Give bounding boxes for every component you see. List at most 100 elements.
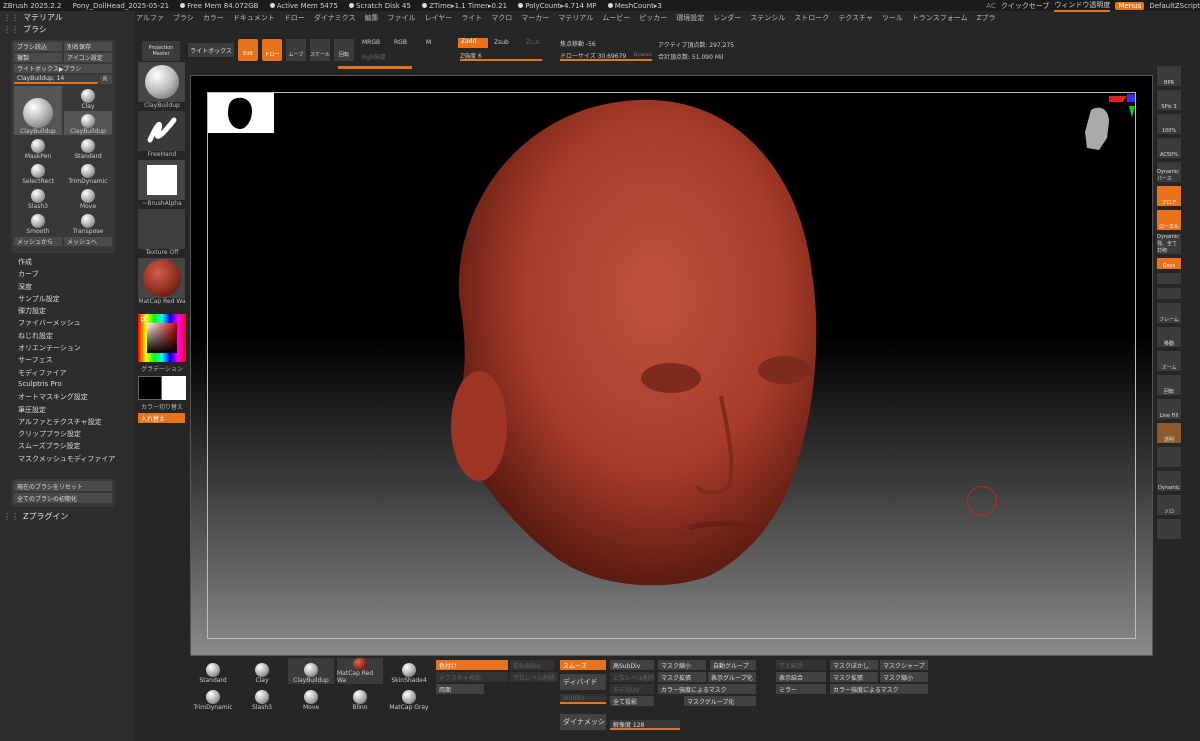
menu-item[interactable]: ダイナミクス xyxy=(314,13,356,23)
menu-item[interactable]: ドキュメント xyxy=(233,13,275,23)
brush-submenu-item[interactable]: ファイバーメッシュ xyxy=(18,318,130,330)
right-shelf-tool[interactable]: 回転 xyxy=(1157,375,1181,395)
right-shelf-tool[interactable]: ローカル xyxy=(1157,210,1181,230)
mirror-button[interactable]: ミラー xyxy=(776,684,826,694)
right-shelf-tool[interactable] xyxy=(1157,288,1181,299)
r-button[interactable]: R xyxy=(100,75,112,84)
brush-submenu-item[interactable]: スムーズブラシ設定 xyxy=(18,441,130,453)
menu-item[interactable]: ムービー xyxy=(602,13,630,23)
mask-grow-button-2[interactable]: マスク拡張 xyxy=(830,672,878,682)
bottom-brush-cell[interactable]: MatCap Gray xyxy=(386,685,432,711)
color-square[interactable] xyxy=(147,323,177,353)
delete-upper-button[interactable]: 上位レベル削除 xyxy=(610,672,654,682)
lightbox-brush-button[interactable]: ライトボックス▶ブラシ xyxy=(14,64,112,73)
brush-submenu-item[interactable]: モディファイア xyxy=(18,368,130,380)
mrgb-button[interactable]: MRGB xyxy=(362,39,380,46)
edit-button[interactable]: Edit xyxy=(238,39,258,61)
bottom-brush-cell[interactable]: Move xyxy=(288,685,334,711)
m-button[interactable]: M xyxy=(426,39,431,46)
zsub-button[interactable]: Zsub xyxy=(494,39,509,46)
texture-on-button[interactable]: テクスチャ有効 xyxy=(436,672,508,682)
dynamesh-button[interactable]: ダイナメッシュ xyxy=(560,714,606,730)
menu-item[interactable]: マテリアル xyxy=(558,13,593,23)
zplugin-panel-header[interactable]: ⋮⋮ Zプラグイン xyxy=(0,510,68,522)
bottom-brush-cell[interactable]: MatCap Red Wa xyxy=(337,658,383,684)
visible-merge-button[interactable]: 表示結合 xyxy=(776,672,826,682)
right-shelf-tool[interactable]: フレーム xyxy=(1157,303,1181,323)
transparency-slider[interactable]: ウィンドウ透明度 xyxy=(1054,0,1111,12)
bottom-brush-cell[interactable]: Clay xyxy=(239,658,285,684)
z-intensity-slider[interactable]: Z強度 6 xyxy=(460,51,542,61)
save-as-button[interactable]: 別名保存 xyxy=(64,42,112,51)
right-shelf-tool[interactable]: Qxyz xyxy=(1157,258,1181,269)
right-shelf-tool[interactable]: Dynamic パース xyxy=(1157,162,1181,182)
right-shelf-tool[interactable]: 透明 xyxy=(1157,423,1181,443)
texture-thumb[interactable] xyxy=(138,209,185,249)
from-mesh-button[interactable]: メッシュから xyxy=(14,237,62,246)
menu-item[interactable]: 編集 xyxy=(364,13,378,23)
mask-blur-button[interactable]: マスクぼかし xyxy=(830,660,878,670)
low-subdiv-button[interactable]: 低SubDiv xyxy=(510,660,554,670)
menu-item[interactable]: ドロー xyxy=(284,13,305,23)
right-shelf-tool[interactable] xyxy=(1157,447,1181,467)
dynamic-button[interactable]: Dynamic xyxy=(634,52,652,57)
right-shelf-tool[interactable]: 移動 xyxy=(1157,327,1181,347)
menu-item[interactable]: ステンシル xyxy=(750,13,785,23)
menu-item[interactable]: カラー xyxy=(203,13,224,23)
primary-color-swatch[interactable] xyxy=(138,376,162,400)
brush-cell[interactable]: Slash3 xyxy=(14,186,62,210)
bottom-brush-cell[interactable]: Slash3 xyxy=(239,685,285,711)
brush-cell[interactable]: ClayBuildup xyxy=(14,86,62,135)
right-shelf-tool[interactable]: Dynamic xyxy=(1157,471,1181,491)
canvas-viewport[interactable] xyxy=(190,75,1153,656)
mask-group-button[interactable]: マスクグループ化 xyxy=(684,696,756,706)
right-shelf-tool[interactable]: Line Fill xyxy=(1157,399,1181,419)
resolution-slider[interactable]: 解像度 128 xyxy=(610,720,680,730)
menu-item[interactable]: ブラシ xyxy=(173,13,194,23)
bottom-brush-cell[interactable]: Blinn xyxy=(337,685,383,711)
reset-current-brush-button[interactable]: 現在のブラシをリセット xyxy=(14,481,112,491)
quicksave-button[interactable]: クイックセーブ xyxy=(1001,1,1050,11)
right-shelf-tool[interactable]: 100% xyxy=(1157,114,1181,134)
brush-submenu-item[interactable]: オートマスキング設定 xyxy=(18,392,130,404)
menu-item[interactable]: ファイル xyxy=(387,13,415,23)
high-subdiv-button[interactable]: 高SubDiv xyxy=(610,660,654,670)
menu-item[interactable]: 環境設定 xyxy=(676,13,704,23)
mask-by-color-button[interactable]: カラー強度によるマスク xyxy=(830,684,928,694)
material-thumb[interactable] xyxy=(138,258,185,298)
zadd-button[interactable]: Zadd xyxy=(458,38,488,48)
menu-item[interactable]: ツール xyxy=(882,13,903,23)
brush-submenu-item[interactable]: クリップブラシ設定 xyxy=(18,429,130,441)
subdiv-slider[interactable]: SubDiv xyxy=(560,694,606,704)
brush-submenu-item[interactable]: アルファとテクスチャ設定 xyxy=(18,417,130,429)
projection-master-button[interactable]: Projection Master xyxy=(142,41,180,61)
model-uv-button[interactable]: モデルUV xyxy=(610,684,654,694)
right-shelf-tool[interactable]: SPix 3 xyxy=(1157,90,1181,110)
to-mesh-button[interactable]: メッシュへ xyxy=(64,237,112,246)
mask-by-cavity-button[interactable]: カラー強度によるマスク xyxy=(658,684,756,694)
swap-button[interactable]: 入れ替え xyxy=(138,413,185,423)
menu-item[interactable]: ライト xyxy=(461,13,482,23)
icon-settings-button[interactable]: アイコン設定 xyxy=(64,53,112,62)
zcut-button[interactable]: Zcut xyxy=(526,39,540,46)
brush-cell[interactable]: TrimDynamic xyxy=(64,161,112,185)
brush-submenu-item[interactable]: オリエンテーション xyxy=(18,343,130,355)
brush-submenu-item[interactable]: サンプル設定 xyxy=(18,294,130,306)
brush-submenu-item[interactable]: カーブ xyxy=(18,269,130,281)
brush-cell[interactable]: Standard xyxy=(64,136,112,160)
right-shelf-tool[interactable]: ズーム xyxy=(1157,351,1181,371)
mask-shrink-button-2[interactable]: マスク縮小 xyxy=(880,672,928,682)
brush-cell[interactable]: SelectRect xyxy=(14,161,62,185)
rgb-intensity-slider[interactable]: Rgb強度 xyxy=(362,52,386,61)
move-button[interactable]: ムーブ xyxy=(286,39,306,61)
navigator-thumbnail[interactable] xyxy=(208,93,274,133)
rotate-button[interactable]: 回転 xyxy=(334,39,354,61)
zscript-button[interactable]: DefaultZScript xyxy=(1149,2,1200,10)
project-all-button[interactable]: 全て投影 xyxy=(610,696,654,706)
mask-shrink-button[interactable]: マスク縮小 xyxy=(658,660,706,670)
brush-cell[interactable]: Move xyxy=(64,186,112,210)
menu-item[interactable]: アルファ xyxy=(136,13,164,23)
menu-item[interactable]: マーカー xyxy=(521,13,549,23)
menu-item[interactable]: レイヤー xyxy=(424,13,452,23)
alpha-thumb[interactable] xyxy=(138,160,185,200)
